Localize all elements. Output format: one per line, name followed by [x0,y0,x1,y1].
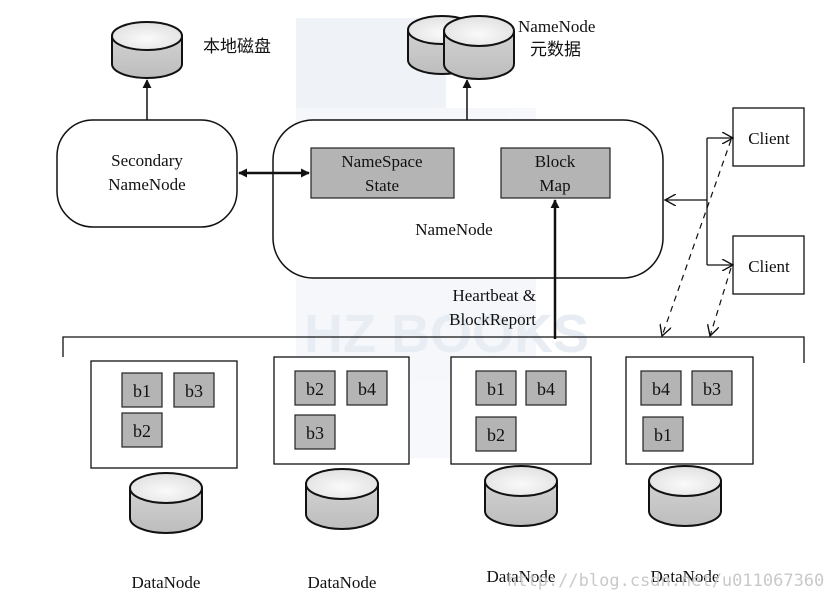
data-block-label: b4 [537,379,555,399]
data-block-b3[interactable]: b3 [173,372,215,408]
datanode-storage-box [90,360,238,469]
namespace-state-line2: State [365,176,399,195]
secondary-namenode[interactable]: Secondary NameNode [56,119,238,228]
namenode-metadata-label-line2: 元数据 [530,40,581,59]
heartbeat-label-line2: BlockReport [449,310,536,329]
namespace-state-line1: NameSpace [341,152,422,171]
datanode-disk-icon [305,468,379,530]
data-block-b1[interactable]: b1 [642,416,684,452]
local-disk-label: 本地磁盘 [203,37,271,56]
hdfs-architecture-diagram: HZ BOOKS 本地磁盘 NameNode 元数据 Secondary Nam… [56,15,824,592]
data-block-b3[interactable]: b3 [294,414,336,450]
block-map-line1: Block [535,152,576,171]
datanode-storage-box [450,356,592,465]
data-block-label: b2 [306,379,324,399]
data-block-label: b2 [487,425,505,445]
data-block-b4[interactable]: b4 [346,370,388,406]
data-block-b1[interactable]: b1 [475,370,517,406]
datanode-disk-icon [648,465,722,527]
data-block-label: b4 [358,379,376,399]
data-block-label: b1 [654,425,672,445]
block-map-line2: Map [539,176,570,195]
data-block-label: b2 [133,421,151,441]
data-block-b1[interactable]: b1 [121,372,163,408]
watermark-publisher-text: HZ BOOKS [304,304,589,364]
local-disk-icon [111,21,183,79]
namenode-client-connector [665,138,733,265]
datanode-disk-icon [484,465,558,527]
secondary-namenode-label-line1: Secondary [111,151,183,170]
namespace-state-block[interactable]: NameSpace State [310,147,455,199]
datanode-3[interactable]: b1 b4b2DataNode [450,356,592,586]
data-block-label: b1 [133,381,151,401]
data-block-b2[interactable]: b2 [121,412,163,448]
datanode-disk-icon [129,472,203,534]
block-map-block[interactable]: Block Map [500,147,611,199]
data-block-label: b3 [306,423,324,443]
client-2-label: Client [748,257,790,276]
data-block-b3[interactable]: b3 [691,370,733,406]
data-block-b4[interactable]: b4 [640,370,682,406]
client-2-read-write-arrow [710,267,732,336]
heartbeat-label-line1: Heartbeat & [452,286,536,305]
data-block-b2[interactable]: b2 [294,370,336,406]
datanode-label: DataNode [132,573,201,592]
client-1-read-write-arrow [662,139,732,336]
data-block-label: b3 [703,379,721,399]
datanode-4[interactable]: b4 b3b1DataNode [625,356,754,586]
client-1[interactable]: Client [732,107,805,167]
namenode[interactable]: NameSpace State Block Map NameNode [272,119,664,279]
datanode-label: DataNode [308,573,377,592]
data-block-label: b4 [652,379,670,399]
data-block-label: b1 [487,379,505,399]
datanode-2[interactable]: b2 b4 b3 DataNode [273,356,410,592]
client-1-label: Client [748,129,790,148]
data-block-b4[interactable]: b4 [525,370,567,406]
datanode-storage-box [273,356,410,465]
namenode-metadata-label-line1: NameNode [518,17,595,36]
namenode-label: NameNode [415,220,492,239]
url-watermark: http://blog.csdn.net/u011067360 [507,571,824,591]
namenode-metadata-disk-icon [407,15,515,80]
datanode-1[interactable]: b1 b3 b2 DataNode [90,360,238,592]
client-2[interactable]: Client [732,235,805,295]
secondary-namenode-label-line2: NameNode [108,175,185,194]
data-block-label: b3 [185,381,203,401]
data-block-b2[interactable]: b2 [475,416,517,452]
